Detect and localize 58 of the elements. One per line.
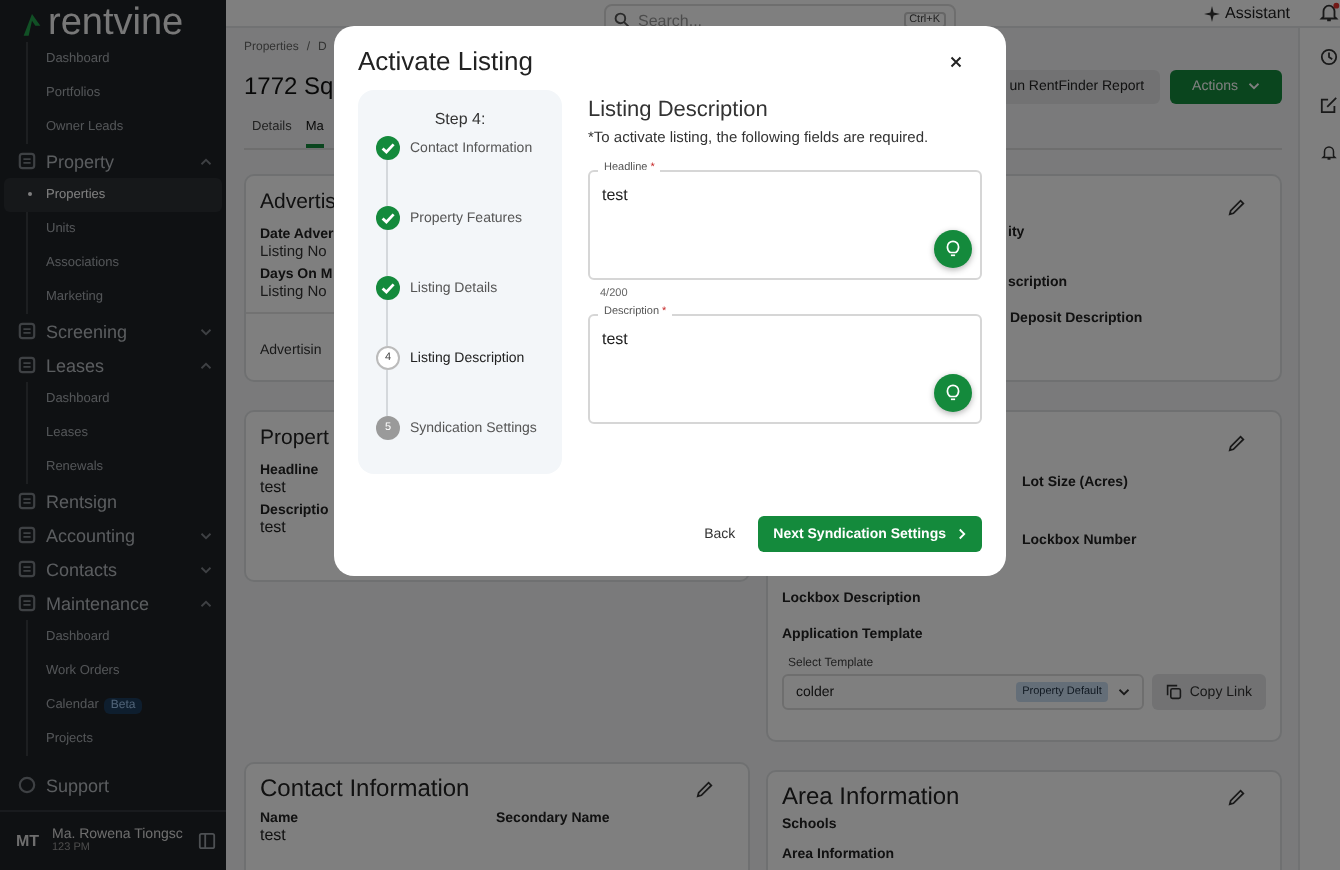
nav-item[interactable]: Rentsign bbox=[0, 484, 226, 518]
nav-item[interactable]: Leases bbox=[0, 348, 226, 382]
card-title: Advertis bbox=[260, 190, 336, 214]
lightbulb-icon bbox=[946, 240, 960, 258]
nav-item[interactable]: Maintenance bbox=[0, 586, 226, 620]
logo-text: rentvine bbox=[48, 6, 184, 42]
card-title: Propert bbox=[260, 426, 329, 450]
suggestion-button[interactable] bbox=[934, 230, 972, 268]
dialog-title: Activate Listing bbox=[358, 46, 533, 76]
card-title: Contact Information bbox=[260, 774, 470, 802]
nav-icon bbox=[18, 560, 36, 578]
sparkle-icon bbox=[1203, 5, 1220, 21]
card-title: Area Information bbox=[782, 782, 960, 810]
nav-icon bbox=[18, 492, 36, 510]
chevron-icon bbox=[200, 327, 212, 335]
chevron-icon bbox=[200, 565, 212, 573]
field-value: test bbox=[260, 826, 288, 844]
pencil-icon[interactable] bbox=[1228, 198, 1246, 216]
sidebar-toggle-icon[interactable] bbox=[198, 831, 216, 849]
bell-icon[interactable] bbox=[1320, 144, 1338, 162]
nav-icon bbox=[18, 526, 36, 544]
suggestion-button[interactable] bbox=[934, 374, 972, 412]
logo-icon bbox=[22, 10, 42, 38]
section-title: Listing Description bbox=[588, 98, 770, 122]
nav-icon bbox=[18, 594, 36, 612]
step-heading: Step 4: bbox=[434, 110, 486, 128]
lightbulb-icon bbox=[946, 384, 960, 402]
copy-icon bbox=[1165, 684, 1182, 700]
support-link[interactable]: Support bbox=[0, 768, 226, 802]
help-icon bbox=[18, 776, 36, 794]
chevron-icon bbox=[200, 531, 212, 539]
bell-icon[interactable] bbox=[1318, 2, 1340, 24]
field-value: test bbox=[260, 518, 288, 536]
pencil-icon[interactable] bbox=[1228, 434, 1246, 452]
nav-item[interactable]: Screening bbox=[0, 314, 226, 348]
chevron-icon bbox=[200, 157, 212, 165]
chevron-down-icon bbox=[1117, 688, 1130, 696]
close-icon[interactable] bbox=[950, 55, 962, 67]
chevron-right-icon bbox=[958, 528, 966, 540]
nav-icon bbox=[18, 152, 36, 170]
nav-icon bbox=[18, 356, 36, 374]
nav-item[interactable]: Contacts bbox=[0, 552, 226, 586]
chevron-icon bbox=[200, 599, 212, 607]
field-value: test bbox=[602, 330, 628, 348]
pencil-icon[interactable] bbox=[696, 780, 714, 798]
pencil-icon[interactable] bbox=[1228, 788, 1246, 806]
nav-item[interactable]: Accounting bbox=[0, 518, 226, 552]
chevron-icon bbox=[200, 361, 212, 369]
avatar: MT bbox=[16, 831, 42, 849]
chevron-down-icon bbox=[1248, 82, 1260, 90]
clock-icon[interactable] bbox=[1320, 48, 1338, 66]
nav-icon bbox=[18, 322, 36, 340]
edit-icon[interactable] bbox=[1320, 96, 1338, 114]
search-icon bbox=[614, 12, 630, 28]
nav-item[interactable]: Property bbox=[0, 144, 226, 178]
page-title: 1772 Sq bbox=[244, 72, 334, 100]
field-value: test bbox=[602, 186, 628, 204]
field-value: test bbox=[260, 478, 288, 496]
